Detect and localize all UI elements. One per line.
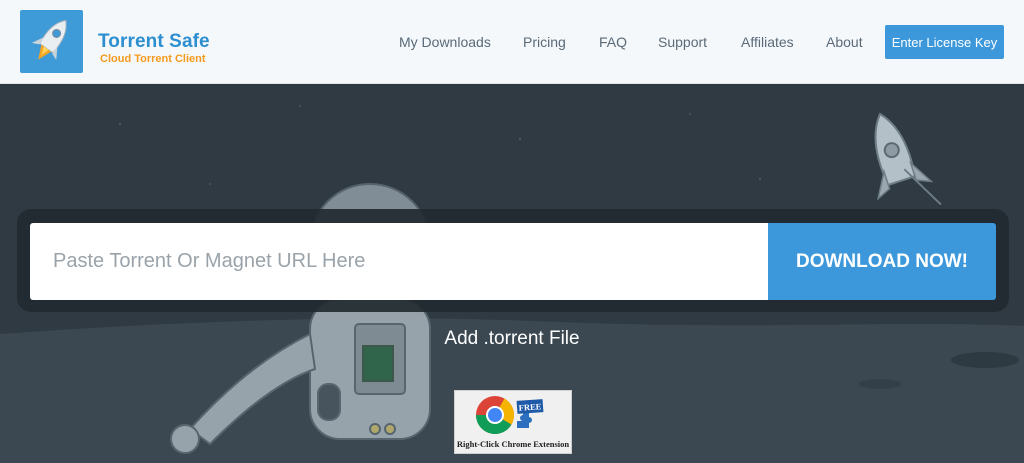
chrome-extension-badge[interactable]: FREE Right-Click Chrome Extension	[454, 390, 572, 454]
torrent-url-input[interactable]	[30, 223, 768, 300]
nav-affiliates[interactable]: Affiliates	[741, 34, 794, 52]
nav-pricing[interactable]: Pricing	[523, 34, 566, 52]
brand-tagline: Cloud Torrent Client	[100, 53, 206, 65]
enter-license-key-button[interactable]: Enter License Key	[885, 25, 1004, 59]
nav-support[interactable]: Support	[658, 34, 707, 52]
chrome-logo-icon	[475, 396, 532, 435]
hero-section: DOWNLOAD NOW! Add .torrent File FREE Rig…	[0, 84, 1024, 463]
add-torrent-file-link[interactable]: Add .torrent File	[0, 328, 1024, 350]
nav-my-downloads[interactable]: My Downloads	[399, 34, 491, 52]
page: Torrent Safe Cloud Torrent Client My Dow…	[0, 0, 1024, 463]
site-header: Torrent Safe Cloud Torrent Client My Dow…	[0, 0, 1024, 84]
free-badge: FREE	[516, 399, 544, 414]
download-now-button[interactable]: DOWNLOAD NOW!	[768, 223, 996, 300]
brand-name[interactable]: Torrent Safe	[98, 31, 210, 53]
rocket-logo-icon[interactable]	[20, 10, 83, 73]
chrome-extension-caption: Right-Click Chrome Extension	[456, 439, 570, 449]
nav-faq[interactable]: FAQ	[599, 34, 627, 52]
nav-about[interactable]: About	[826, 34, 863, 52]
